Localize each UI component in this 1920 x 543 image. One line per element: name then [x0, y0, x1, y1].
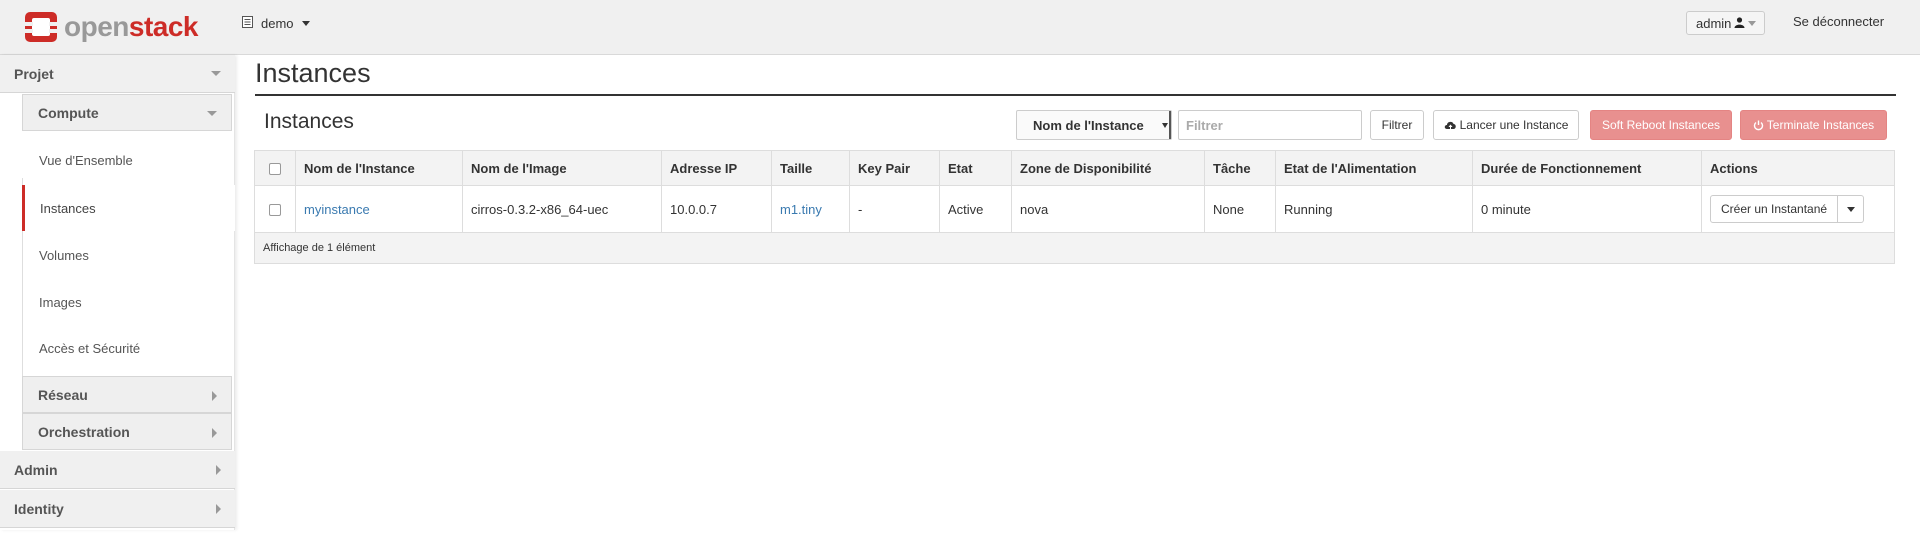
ip-address-cell: 10.0.0.7 — [661, 185, 772, 233]
task-cell: None — [1204, 185, 1276, 233]
sidebar-panel-label: Admin — [14, 461, 58, 478]
sidebar-group-compute[interactable]: Compute — [22, 94, 232, 131]
terminate-instances-button[interactable]: Terminate Instances — [1740, 110, 1887, 140]
column-header[interactable]: Nom de l'Instance — [295, 150, 463, 186]
page-title: Instances — [255, 58, 371, 88]
column-header[interactable]: Durée de Fonctionnement — [1472, 150, 1702, 186]
chevron-right-icon — [212, 428, 217, 438]
actions-split-button: Créer un Instantané — [1710, 195, 1886, 223]
power-state-cell: Running — [1275, 185, 1473, 233]
column-header[interactable]: Etat de l'Alimentation — [1275, 150, 1473, 186]
project-picker[interactable]: demo — [242, 16, 310, 31]
sidebar-group-label: Compute — [38, 104, 99, 121]
project-list-icon — [242, 16, 253, 31]
actions-dropdown-toggle[interactable] — [1838, 195, 1865, 223]
status-cell: Active — [939, 185, 1012, 233]
column-header[interactable]: Nom de l'Image — [462, 150, 662, 186]
terminate-instances-label: Terminate Instances — [1766, 118, 1875, 132]
sidebar-item-overview[interactable]: Vue d'Ensemble — [22, 137, 235, 183]
project-name: demo — [261, 16, 294, 31]
chevron-down-icon — [211, 71, 221, 76]
keypair-cell: - — [849, 185, 940, 233]
column-header[interactable]: Adresse IP — [661, 150, 772, 186]
size-cell: m1.tiny — [771, 185, 850, 233]
image-name-cell: cirros-0.3.2-x86_64-uec — [462, 185, 662, 233]
filter-field-select[interactable]: Nom de l'Instance — [1016, 110, 1172, 140]
cloud-upload-icon — [1444, 120, 1457, 131]
logout-link[interactable]: Se déconnecter — [1793, 14, 1884, 29]
sidebar-panel-label: Projet — [14, 65, 54, 82]
power-icon — [1753, 120, 1764, 131]
sidebar-item-images[interactable]: Images — [22, 279, 235, 325]
sidebar: Projet Compute Vue d'Ensemble Instances … — [0, 55, 235, 530]
table-header-row: Nom de l'Instance Nom de l'Image Adresse… — [254, 150, 1895, 186]
column-header[interactable]: Key Pair — [849, 150, 940, 186]
user-icon — [1734, 16, 1745, 31]
table-footer-row: Affichage de 1 élément — [254, 232, 1895, 264]
uptime-cell: 0 minute — [1472, 185, 1702, 233]
soft-reboot-button[interactable]: Soft Reboot Instances — [1590, 110, 1732, 140]
table-count: Affichage de 1 élément — [254, 232, 1895, 264]
column-header[interactable]: Zone de Disponibilité — [1011, 150, 1205, 186]
column-header: Actions — [1701, 150, 1895, 186]
chevron-down-icon — [301, 21, 310, 26]
sidebar-item-instances[interactable]: Instances — [22, 185, 235, 231]
openstack-logo-icon — [24, 11, 58, 43]
filter-button[interactable]: Filtrer — [1370, 110, 1424, 140]
instance-name-link[interactable]: myinstance — [304, 202, 370, 217]
chevron-right-icon — [216, 465, 221, 475]
filter-field-value: Nom de l'Instance — [1033, 117, 1144, 133]
table-title: Instances — [264, 110, 354, 133]
availability-zone-cell: nova — [1011, 185, 1205, 233]
sidebar-group-label: Orchestration — [38, 423, 130, 440]
instances-table: Nom de l'Instance Nom de l'Image Adresse… — [254, 150, 1895, 264]
launch-instance-label: Lancer une Instance — [1459, 118, 1569, 132]
chevron-down-icon — [1162, 123, 1168, 128]
sidebar-group-orchestration[interactable]: Orchestration — [22, 413, 232, 450]
table-row: myinstance cirros-0.3.2-x86_64-uec 10.0.… — [254, 185, 1895, 233]
row-select-cell — [254, 185, 296, 233]
sidebar-item-volumes[interactable]: Volumes — [22, 232, 235, 278]
actions-cell: Créer un Instantané — [1701, 185, 1895, 233]
sidebar-item-security[interactable]: Accès et Sécurité — [22, 325, 235, 371]
sidebar-panel-identity[interactable]: Identity — [0, 490, 235, 528]
chevron-down-icon — [207, 111, 217, 116]
select-edge — [1168, 111, 1171, 139]
user-menu-button[interactable]: admin — [1686, 11, 1765, 35]
filter-input[interactable] — [1178, 110, 1362, 140]
sidebar-panel-projet[interactable]: Projet — [0, 55, 235, 93]
divider — [255, 94, 1896, 96]
launch-instance-button[interactable]: Lancer une Instance — [1433, 110, 1579, 140]
sidebar-group-reseau[interactable]: Réseau — [22, 376, 232, 413]
user-name: admin — [1696, 15, 1732, 31]
select-all-checkbox[interactable] — [269, 163, 281, 176]
instance-name-cell: myinstance — [295, 185, 463, 233]
select-all-cell — [254, 150, 296, 186]
chevron-down-icon — [1748, 20, 1757, 26]
top-navbar: openstack demo admin Se déconnecter — [0, 0, 1920, 55]
column-header[interactable]: Taille — [771, 150, 850, 186]
chevron-right-icon — [212, 391, 217, 401]
sidebar-group-label: Réseau — [38, 386, 88, 403]
brand[interactable]: openstack — [24, 11, 199, 43]
sidebar-panel-label: Identity — [14, 500, 64, 517]
brand-name: openstack — [64, 11, 199, 42]
chevron-right-icon — [216, 504, 221, 514]
column-header[interactable]: Tâche — [1204, 150, 1276, 186]
chevron-down-icon — [1846, 206, 1855, 212]
size-link[interactable]: m1.tiny — [780, 202, 822, 217]
column-header[interactable]: Etat — [939, 150, 1012, 186]
row-checkbox[interactable] — [269, 204, 281, 217]
sidebar-panel-admin[interactable]: Admin — [0, 451, 235, 489]
create-snapshot-button[interactable]: Créer un Instantané — [1710, 195, 1839, 223]
